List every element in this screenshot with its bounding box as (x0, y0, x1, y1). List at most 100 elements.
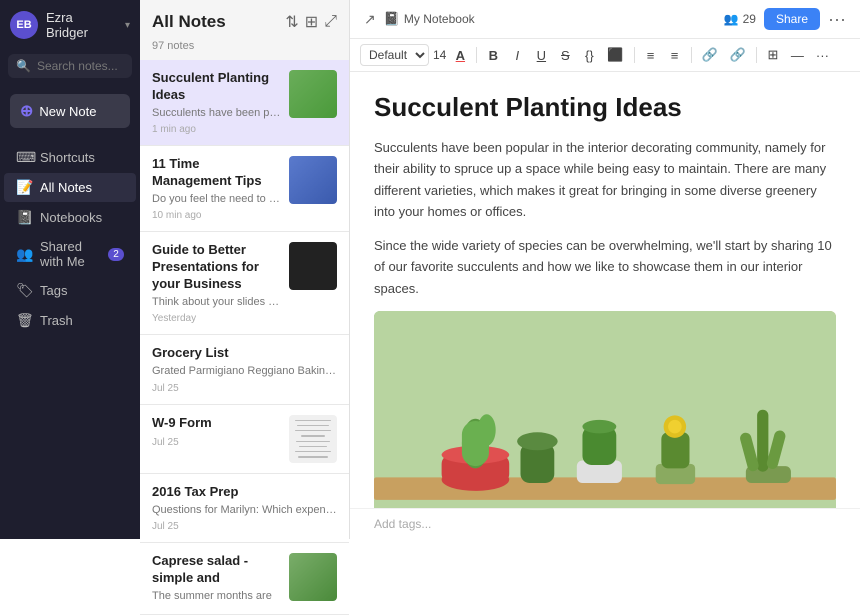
italic-button[interactable]: I (507, 46, 527, 65)
notebook-label[interactable]: 📓 My Notebook (384, 11, 475, 27)
note-title: Grocery List (152, 345, 337, 362)
note-item[interactable]: Grocery List Grated Parmigiano Reggiano … (140, 335, 349, 404)
search-input[interactable] (37, 59, 124, 73)
more-format-button[interactable]: ··· (812, 46, 833, 65)
plus-icon: ⊕ (20, 101, 33, 121)
share-button[interactable]: Share (764, 8, 820, 30)
note-text: Caprese salad - simple and The summer mo… (152, 553, 281, 604)
note-count: 97 notes (140, 40, 349, 60)
note-text: Grocery List Grated Parmigiano Reggiano … (152, 345, 337, 393)
shortcuts-icon: ⌨ (16, 149, 32, 166)
note-thumbnail (289, 70, 337, 118)
note-preview: Succulents have been popular in the inte… (152, 106, 281, 121)
doc-body: Succulents have been popular in the inte… (374, 137, 836, 299)
tags-placeholder: Add tags... (374, 517, 431, 531)
editor-format-bar: Default 14 A B I U S {} ⬛ ≡ ≡ 🔗 🔗 ⊞ — ··… (350, 39, 860, 72)
strikethrough-button[interactable]: S (555, 46, 575, 65)
doc-image (374, 311, 836, 508)
sidebar-nav: ⌨ Shortcuts 📝 All Notes 📓 Notebooks 👥 Sh… (0, 142, 140, 336)
note-list-title: All Notes (152, 12, 226, 32)
note-time: Jul 25 (152, 383, 337, 394)
font-color-button[interactable]: A (450, 46, 470, 65)
more-options-button[interactable]: ··· (828, 9, 846, 30)
note-time: Jul 25 (152, 521, 337, 532)
link-button[interactable]: 🔗 (698, 45, 722, 65)
notebook-icon: 📓 (384, 11, 400, 27)
note-item[interactable]: 2016 Tax Prep Questions for Marilyn: Whi… (140, 474, 349, 543)
note-text: Guide to Better Presentations for your B… (152, 242, 281, 324)
search-bar[interactable]: 🔍 (8, 54, 132, 78)
divider (476, 47, 477, 63)
sidebar-item-all-notes[interactable]: 📝 All Notes (4, 173, 136, 202)
cursor-tool-icon[interactable]: ↗ (364, 11, 376, 28)
note-time: Yesterday (152, 313, 281, 324)
note-thumbnail (289, 156, 337, 204)
note-preview: Grated Parmigiano Reggiano Baking Soda C… (152, 364, 337, 379)
sidebar-item-shortcuts[interactable]: ⌨ Shortcuts (4, 143, 136, 172)
note-title: 2016 Tax Prep (152, 484, 337, 501)
sidebar-item-shared[interactable]: 👥 Shared with Me 2 (4, 233, 136, 275)
sidebar-item-trash[interactable]: 🗑 Trash (4, 306, 136, 335)
notebooks-icon: 📓 (16, 209, 32, 226)
editor-top-toolbar: ↗ 📓 My Notebook 👥 29 Share ··· (350, 0, 860, 39)
note-title: Guide to Better Presentations for your B… (152, 242, 281, 293)
avatar: EB (10, 11, 38, 39)
note-item[interactable]: Guide to Better Presentations for your B… (140, 232, 349, 335)
chevron-down-icon: ▾ (125, 20, 130, 31)
sidebar-item-tags[interactable]: 🏷 Tags (4, 276, 136, 305)
font-size-display[interactable]: 14 (433, 48, 446, 62)
expand-icon[interactable]: ⤢ (324, 13, 337, 31)
trash-icon: 🗑 (16, 312, 32, 329)
note-thumbnail (289, 415, 337, 463)
doc-paragraph-1: Succulents have been popular in the inte… (374, 137, 836, 223)
code-button[interactable]: {} (579, 46, 599, 65)
style-select[interactable]: Default (360, 44, 429, 66)
sidebar-user-header[interactable]: EB Ezra Bridger ▾ (0, 0, 140, 50)
note-time: Jul 25 (152, 437, 281, 448)
table-button[interactable]: ⊞ (763, 45, 783, 65)
search-icon: 🔍 (16, 59, 31, 73)
people-icon: 👥 (724, 12, 739, 26)
shared-badge: 2 (108, 248, 124, 261)
new-note-button[interactable]: ⊕ New Note (10, 94, 130, 128)
underline-button[interactable]: U (531, 46, 551, 65)
notes-icon: 📝 (16, 179, 32, 196)
note-text: 2016 Tax Prep Questions for Marilyn: Whi… (152, 484, 337, 532)
hr-button[interactable]: — (787, 46, 808, 65)
note-preview: Think about your slides when... (152, 295, 281, 310)
note-text: 11 Time Management Tips Do you feel the … (152, 156, 281, 221)
note-item[interactable]: Succulent Planting Ideas Succulents have… (140, 60, 349, 146)
note-thumbnail (289, 242, 337, 290)
editor-content[interactable]: Succulent Planting Ideas Succulents have… (350, 72, 860, 508)
note-time: 1 min ago (152, 124, 281, 135)
note-text: W-9 Form Jul 25 (152, 415, 281, 463)
note-thumbnail (289, 553, 337, 601)
note-preview: The summer months are (152, 589, 281, 604)
note-title: W-9 Form (152, 415, 281, 432)
bullet-list-button[interactable]: ≡ (641, 46, 661, 65)
sidebar: EB Ezra Bridger ▾ 🔍 ⊕ New Note ⌨ Shortcu… (0, 0, 140, 539)
note-title: 11 Time Management Tips (152, 156, 281, 190)
sidebar-item-notebooks[interactable]: 📓 Notebooks (4, 203, 136, 232)
tags-bar[interactable]: Add tags... (350, 508, 860, 539)
note-title: Caprese salad - simple and (152, 553, 281, 587)
sort-icon[interactable]: ⇅ (285, 12, 298, 32)
numbered-list-button[interactable]: ≡ (665, 46, 685, 65)
bold-button[interactable]: B (483, 46, 503, 65)
note-preview: Questions for Marilyn: Which expenses ca… (152, 503, 337, 518)
tags-icon: 🏷 (16, 282, 32, 299)
note-list-header: All Notes ⇅ ⊞ ⤢ (140, 0, 349, 40)
doc-title: Succulent Planting Ideas (374, 92, 836, 123)
view-grid-icon[interactable]: ⊞ (305, 12, 318, 32)
divider (691, 47, 692, 63)
editor-panel: ↗ 📓 My Notebook 👥 29 Share ··· Default 1… (350, 0, 860, 539)
divider (756, 47, 757, 63)
note-list-panel: All Notes ⇅ ⊞ ⤢ 97 notes Succulent Plant… (140, 0, 350, 539)
note-item[interactable]: 11 Time Management Tips Do you feel the … (140, 146, 349, 232)
note-item[interactable]: Caprese salad - simple and The summer mo… (140, 543, 349, 615)
note-item[interactable]: W-9 Form Jul 25 (140, 405, 349, 474)
username-label: Ezra Bridger (46, 10, 117, 40)
link2-button[interactable]: 🔗 (726, 45, 750, 65)
highlight-button[interactable]: ⬛ (603, 45, 627, 65)
collab-count[interactable]: 👥 29 (724, 12, 756, 26)
